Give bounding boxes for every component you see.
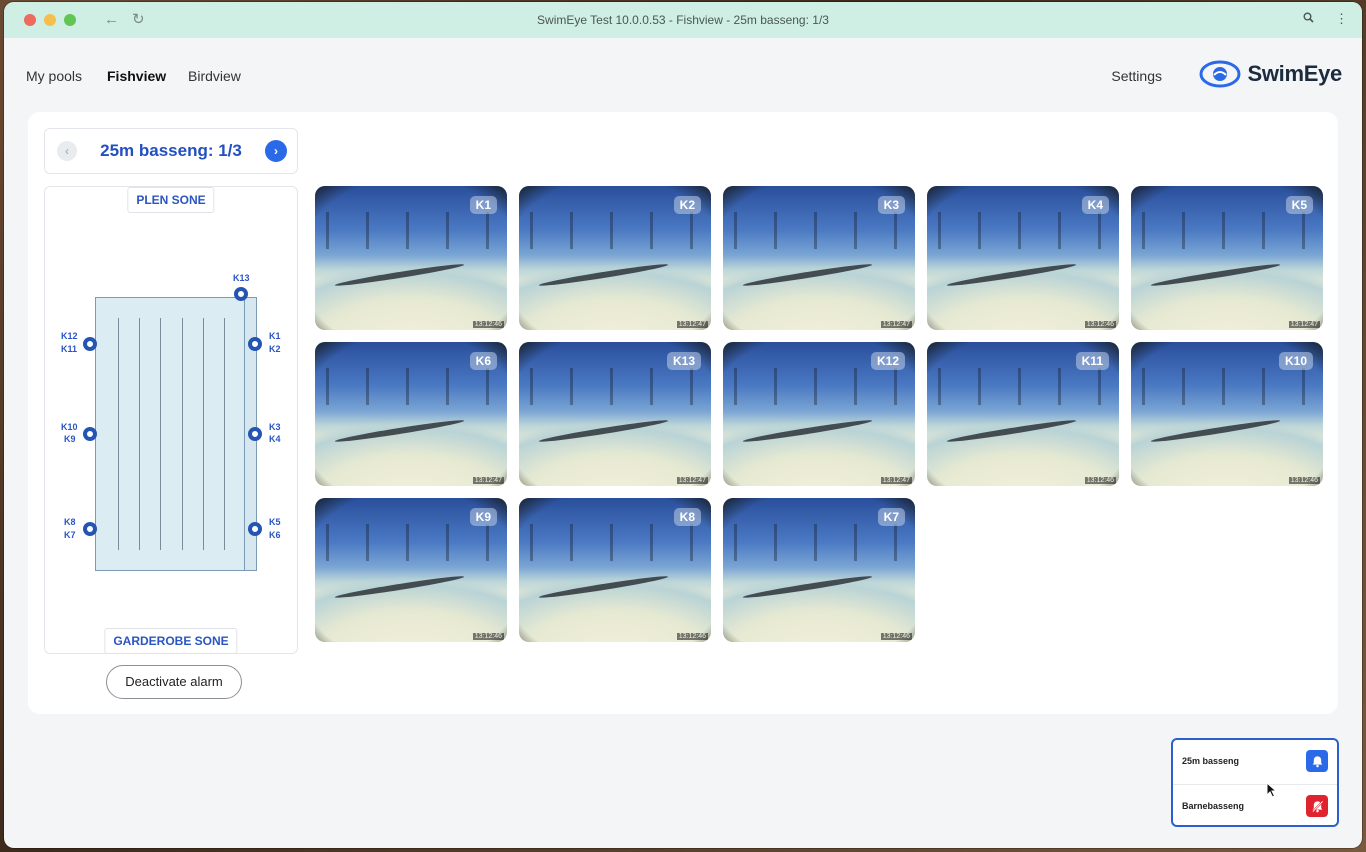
pool-map: PLEN SONE K13 K12 K11 K10 K9 K8 K7 K1 K2… <box>44 186 298 654</box>
nav-birdview[interactable]: Birdview <box>188 68 241 84</box>
camera-label: K6 <box>469 352 497 370</box>
pool-diagram <box>95 297 257 571</box>
zone-label-bottom: GARDEROBE SONE <box>104 628 238 654</box>
camera-timestamp: 13:12:46 <box>1084 477 1116 484</box>
camera-label-k2: K2 <box>269 344 281 354</box>
camera-timestamp: 13:12:47 <box>676 321 708 328</box>
camera-timestamp: 13:12:47 <box>472 477 504 484</box>
camera-tile[interactable]: K8 13:12:46 <box>519 498 711 642</box>
lane-line <box>182 318 183 550</box>
camera-timestamp: 13:12:47 <box>880 321 912 328</box>
camera-tile[interactable]: K4 13:12:46 <box>927 186 1119 330</box>
camera-tile[interactable]: K2 13:12:47 <box>519 186 711 330</box>
camera-timestamp: 13:12:46 <box>472 633 504 640</box>
brand-name: SwimEye <box>1247 61 1342 86</box>
pool-status-row: 25m basseng <box>1173 740 1337 784</box>
camera-timestamp: 13:12:47 <box>676 477 708 484</box>
camera-label: K1 <box>469 196 497 214</box>
zoom-icon[interactable] <box>1303 11 1314 26</box>
camera-label: K8 <box>673 508 701 526</box>
camera-timestamp: 13:12:46 <box>1084 321 1116 328</box>
camera-tile[interactable]: K3 13:12:47 <box>723 186 915 330</box>
title-bar: ← ↻ SwimEye Test 10.0.0.53 - Fishview - … <box>4 2 1362 38</box>
camera-label-k6: K6 <box>269 530 281 540</box>
lane-line <box>139 318 140 550</box>
camera-label: K4 <box>1081 196 1109 214</box>
camera-label-k10: K10 <box>61 422 78 432</box>
pager-title: 25m basseng: 1/3 <box>100 141 242 160</box>
camera-tile[interactable]: K6 13:12:47 <box>315 342 507 486</box>
nav-fishview[interactable]: Fishview <box>107 68 166 84</box>
camera-tile[interactable]: K10 13:12:46 <box>1131 342 1323 486</box>
bell-icon[interactable] <box>1306 750 1328 772</box>
camera-label: K2 <box>673 196 701 214</box>
camera-marker-right-1[interactable] <box>248 337 262 351</box>
camera-label: K5 <box>1285 196 1313 214</box>
camera-marker-k13[interactable] <box>234 287 248 301</box>
camera-label: K10 <box>1278 352 1313 370</box>
zone-label-top: PLEN SONE <box>127 187 215 213</box>
lane-line <box>224 318 225 550</box>
camera-label: K12 <box>870 352 905 370</box>
nav-my-pools[interactable]: My pools <box>26 68 82 84</box>
nav-settings[interactable]: Settings <box>1111 68 1162 84</box>
camera-tile[interactable]: K5 13:12:47 <box>1131 186 1323 330</box>
camera-tile[interactable]: K7 13:12:46 <box>723 498 915 642</box>
deactivate-alarm-button[interactable]: Deactivate alarm <box>106 665 242 699</box>
top-navigation: My pools Fishview Birdview Settings Swim… <box>4 38 1362 112</box>
camera-label-k13: K13 <box>233 273 250 283</box>
camera-label: K13 <box>666 352 701 370</box>
camera-label-k7: K7 <box>64 530 76 540</box>
camera-label-k9: K9 <box>64 434 76 444</box>
camera-label-k5: K5 <box>269 517 281 527</box>
camera-label-k12: K12 <box>61 331 78 341</box>
camera-label-k8: K8 <box>64 517 76 527</box>
window-title: SwimEye Test 10.0.0.53 - Fishview - 25m … <box>537 13 829 27</box>
camera-tile[interactable]: K12 13:12:47 <box>723 342 915 486</box>
camera-label-k1: K1 <box>269 331 281 341</box>
camera-label: K3 <box>877 196 905 214</box>
camera-tile[interactable]: K13 13:12:47 <box>519 342 711 486</box>
camera-timestamp: 13:12:46 <box>1288 477 1320 484</box>
camera-timestamp: 13:12:47 <box>1288 321 1320 328</box>
camera-tile[interactable]: K9 13:12:46 <box>315 498 507 642</box>
camera-label-k11: K11 <box>61 344 78 354</box>
next-page-button[interactable]: › <box>265 140 287 162</box>
bell-off-icon[interactable] <box>1306 795 1328 817</box>
lane-line <box>203 318 204 550</box>
camera-grid: K1 13:12:46 K2 13:12:47 K3 13:12:47 K4 13:12… <box>315 186 1323 642</box>
camera-timestamp: 13:12:46 <box>880 633 912 640</box>
camera-tile[interactable]: K11 13:12:46 <box>927 342 1119 486</box>
camera-label: K11 <box>1075 352 1109 370</box>
camera-label: K9 <box>469 508 497 526</box>
camera-timestamp: 13:12:47 <box>880 477 912 484</box>
brand-logo: SwimEye <box>1199 60 1342 88</box>
camera-marker-right-2[interactable] <box>248 427 262 441</box>
camera-label-k4: K4 <box>269 434 281 444</box>
mouse-cursor-icon <box>1266 781 1278 803</box>
more-menu-icon[interactable]: ⋮ <box>1335 11 1348 27</box>
camera-marker-right-3[interactable] <box>248 522 262 536</box>
pool-status-row: Barnebasseng <box>1173 784 1337 828</box>
fishview-panel: ‹ 25m basseng: 1/3 › PLEN SONE K13 K12 K… <box>28 112 1338 714</box>
pool-status-name: Barnebasseng <box>1182 801 1245 811</box>
camera-marker-left-1[interactable] <box>83 337 97 351</box>
eye-logo-icon <box>1199 60 1241 88</box>
camera-label: K7 <box>877 508 905 526</box>
camera-timestamp: 13:12:46 <box>472 321 504 328</box>
camera-label-k3: K3 <box>269 422 281 432</box>
camera-marker-left-3[interactable] <box>83 522 97 536</box>
lane-line <box>118 318 119 550</box>
app-window: ← ↻ SwimEye Test 10.0.0.53 - Fishview - … <box>4 2 1362 848</box>
pool-pager: ‹ 25m basseng: 1/3 › <box>44 128 298 174</box>
camera-timestamp: 13:12:46 <box>676 633 708 640</box>
camera-marker-left-2[interactable] <box>83 427 97 441</box>
pool-status-name: 25m basseng <box>1182 756 1240 766</box>
lane-line <box>160 318 161 550</box>
camera-tile[interactable]: K1 13:12:46 <box>315 186 507 330</box>
pool-status-card: 25m basseng Barnebasseng <box>1171 738 1339 827</box>
